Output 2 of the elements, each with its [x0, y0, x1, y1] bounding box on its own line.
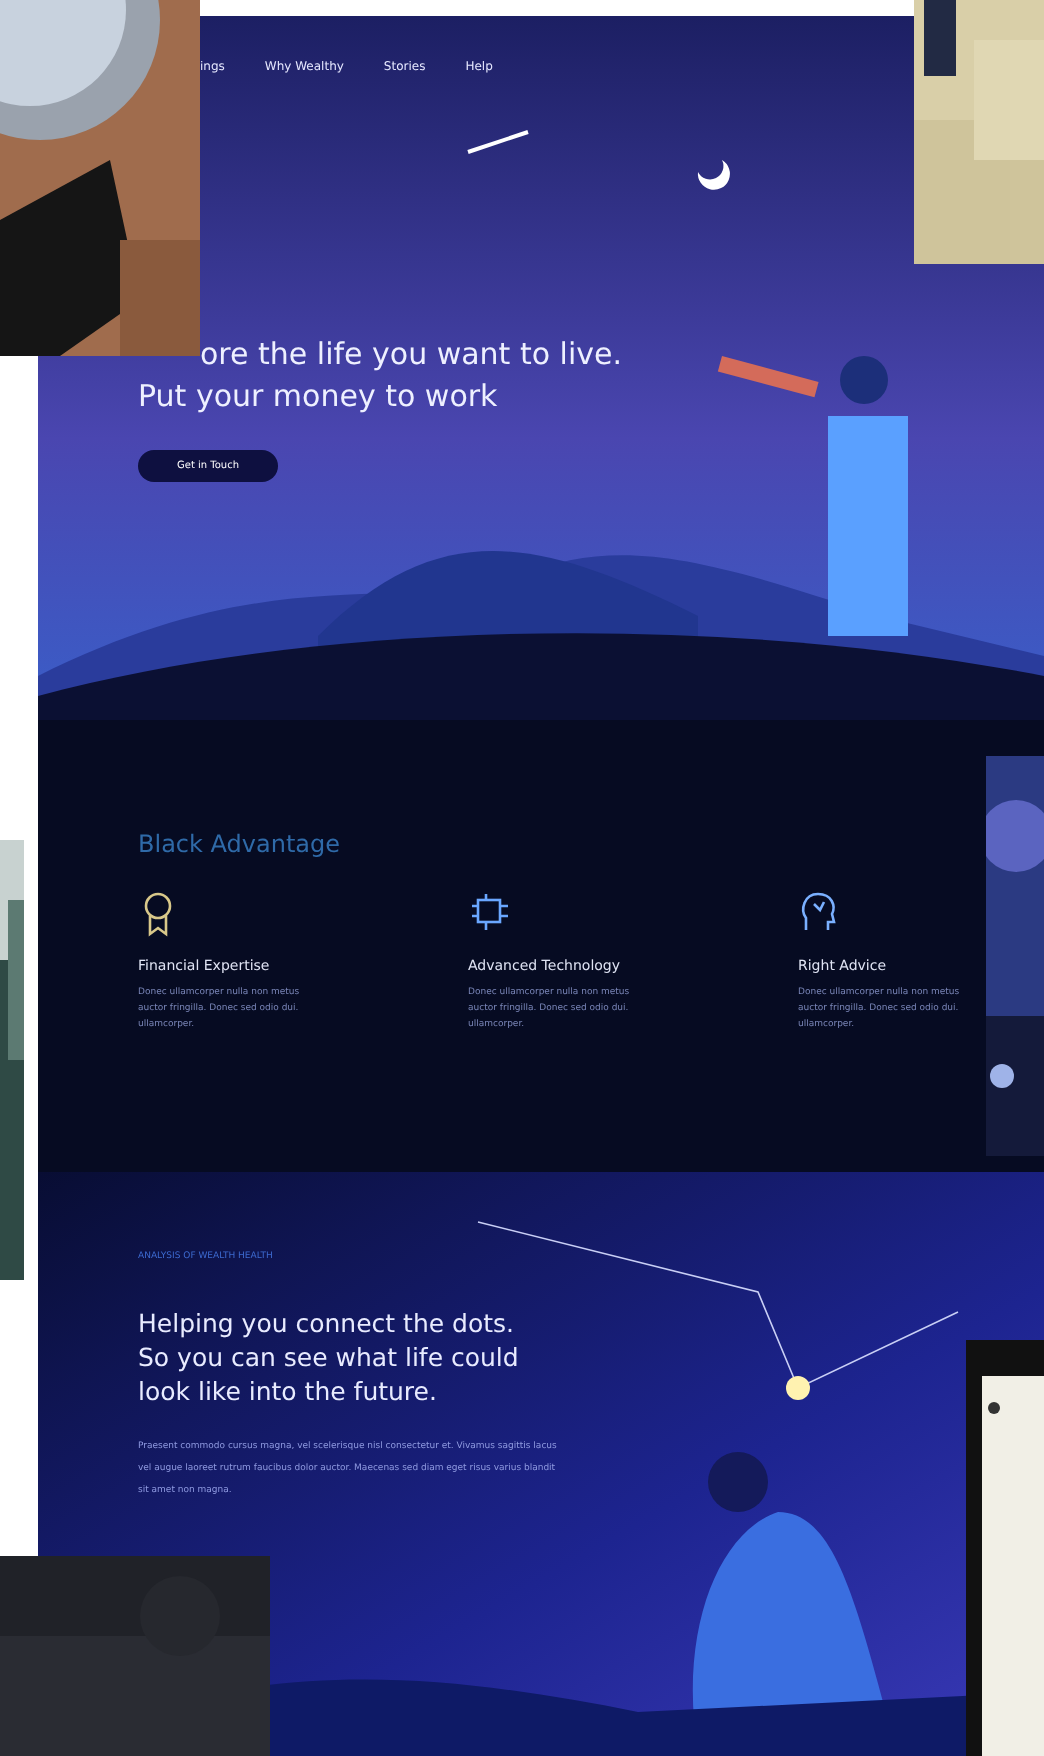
hero-headline: ore the life you want to live. Put your money to work — [138, 334, 624, 418]
section-title: Black Advantage — [138, 830, 343, 858]
